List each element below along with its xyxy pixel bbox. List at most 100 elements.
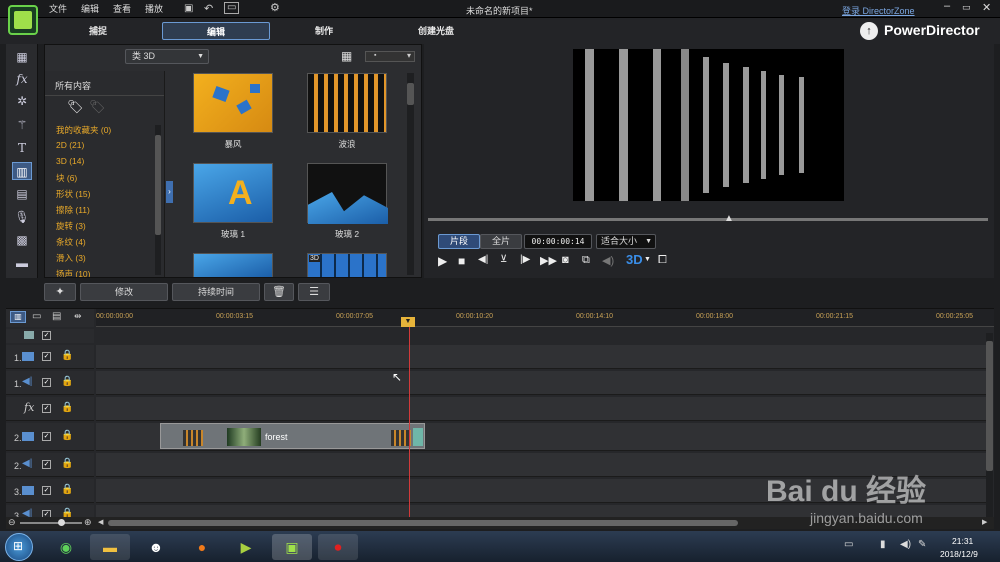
fx-track-row[interactable] [96, 397, 986, 421]
pip-room-icon[interactable]: ✲ [12, 92, 32, 110]
undo-icon[interactable]: ↶ [204, 2, 213, 15]
magic-tools-button[interactable]: ✦ [44, 283, 76, 301]
lock-icon[interactable]: 🔒 [61, 430, 73, 441]
category-item[interactable]: 形状 (15) [56, 188, 90, 200]
play-icon[interactable]: ▶ [438, 254, 447, 268]
transition-thumbnail-glass-1[interactable]: A [193, 163, 273, 223]
scroll-left-icon[interactable]: ◀ [98, 518, 103, 526]
thumbnail-size-slider[interactable]: ▪ ▾ [365, 51, 415, 62]
start-button[interactable]: ⊞ [5, 533, 33, 561]
video-track-row[interactable] [96, 345, 986, 369]
display-mode-icon[interactable]: ⧉ [582, 254, 590, 267]
track-enable-checkbox[interactable]: ✓ [42, 352, 51, 361]
undock-icon[interactable]: ⧠ [658, 254, 667, 267]
timecode-display[interactable]: 00:00:00:14 [524, 234, 592, 249]
zoom-out-icon[interactable]: ⊖ [8, 517, 16, 528]
settings-icon[interactable]: ⚙ [270, 1, 280, 14]
zoom-in-icon[interactable]: ⊕ [84, 517, 92, 528]
fast-forward-icon[interactable]: ▶▶ [540, 254, 557, 267]
resolution-icon[interactable]: ▭ [224, 2, 240, 14]
transition-thumbnail-partial[interactable]: 3D [307, 253, 387, 277]
duration-button[interactable]: 持续时间 [172, 283, 260, 301]
tab-movie[interactable]: 全片 [480, 234, 522, 249]
category-item[interactable]: 3D (14) [56, 156, 84, 166]
fit-size-select[interactable]: 适合大小 ▼ [596, 234, 656, 249]
track-enable-checkbox[interactable]: ✓ [42, 486, 51, 495]
menu-edit[interactable]: 编辑 [74, 0, 106, 18]
voice-over-icon[interactable]: 🎙 [12, 208, 32, 226]
title-room-icon[interactable]: T [12, 139, 32, 157]
audio-mixing-icon[interactable]: ▤ [12, 185, 32, 203]
chapter-room-icon[interactable]: ▩ [12, 231, 32, 249]
storyboard-view-icon[interactable]: ▭ [32, 311, 41, 322]
taskbar-app-powerdirector-icon[interactable]: ▣ [272, 534, 312, 560]
thumbnail-scrollbar[interactable] [407, 73, 414, 275]
chevron-down-icon[interactable]: ▼ [644, 256, 651, 263]
video-clip[interactable]: forest [160, 423, 425, 449]
collapse-panel-handle[interactable]: › [166, 181, 173, 203]
taskbar-app-360-icon[interactable]: ◉ [46, 534, 86, 560]
lock-icon[interactable]: 🔒 [61, 402, 73, 413]
upload-icon[interactable]: ↑ [860, 22, 878, 40]
track-manager-icon[interactable]: ▤ [52, 311, 61, 322]
tab-clip[interactable]: 片段 [438, 234, 480, 249]
clock-date[interactable]: 2018/12/9 [940, 549, 978, 559]
lock-icon[interactable]: 🔒 [61, 484, 73, 495]
previous-frame-icon[interactable]: ◀| [478, 254, 488, 265]
horizontal-scrollbar[interactable] [108, 520, 738, 526]
category-scrollbar[interactable] [155, 125, 161, 275]
tray-keyboard-icon[interactable]: ▭ [844, 539, 853, 550]
delete-button[interactable]: 🗑 [264, 283, 294, 301]
grid-view-icon[interactable]: ▦ [341, 49, 352, 63]
3d-toggle-icon[interactable]: 3D [626, 252, 643, 267]
effect-room-icon[interactable]: fx [12, 70, 32, 88]
timeline-view-icon[interactable]: ▥ [10, 311, 26, 323]
preview-seek-bar[interactable] [428, 218, 988, 221]
transition-thumbnail-glass-2[interactable] [307, 163, 388, 224]
volume-icon[interactable]: ◀) [602, 254, 614, 267]
save-icon[interactable]: ▣ [184, 3, 193, 14]
login-link[interactable]: 登录 DirectorZone [842, 4, 915, 17]
tab-edit[interactable]: 编辑 [162, 22, 270, 40]
track-enable-checkbox[interactable]: ✓ [42, 378, 51, 387]
transition-thumbnail-partial[interactable] [193, 253, 273, 277]
subtitle-room-icon[interactable]: ▬ [12, 254, 32, 272]
transition-thumbnail-storm[interactable] [193, 73, 273, 133]
category-item[interactable]: 擦除 (11) [56, 204, 90, 216]
enable-all-tracks-checkbox[interactable]: ✓ [42, 331, 51, 340]
menu-play[interactable]: 播放 [138, 0, 170, 18]
category-item[interactable]: 块 (6) [56, 172, 77, 184]
close-icon[interactable]: ✕ [982, 1, 991, 14]
fit-timeline-icon[interactable]: ⇹ [74, 311, 82, 322]
taskbar-app-video-icon[interactable]: ▶ [226, 534, 266, 560]
add-tag-icon[interactable]: 🏷 [67, 99, 84, 115]
time-ruler[interactable]: 00:00:00:00 00:00:03:15 00:00:07:05 00:0… [96, 309, 994, 327]
media-room-icon[interactable]: ▦ [12, 48, 32, 66]
lock-icon[interactable]: 🔒 [61, 458, 73, 469]
tab-produce[interactable]: 制作 [300, 22, 348, 40]
taskbar-app-recorder-icon[interactable]: ⏺ [318, 534, 358, 560]
tray-volume-icon[interactable]: ◀) [900, 539, 911, 550]
tab-create-disc[interactable]: 创建光盘 [408, 22, 464, 40]
track-enable-checkbox[interactable]: ✓ [42, 432, 51, 441]
stop-icon[interactable]: ■ [458, 254, 465, 268]
snapshot-icon[interactable]: ◙ [562, 254, 569, 266]
transition-type-dropdown[interactable]: 类 3D ▼ [125, 49, 209, 64]
taskbar-app-firefox-icon[interactable]: ● [182, 534, 222, 560]
track-enable-checkbox[interactable]: ✓ [42, 404, 51, 413]
category-item[interactable]: 滑入 (3) [56, 252, 86, 264]
transition-room-icon[interactable]: ▥ [12, 162, 32, 180]
modify-button[interactable]: 修改 [80, 283, 168, 301]
category-item[interactable]: 2D (21) [56, 140, 84, 150]
particle-room-icon[interactable]: ⚚ [12, 116, 32, 134]
split-icon[interactable]: ⊻ [500, 254, 507, 265]
lock-icon[interactable]: 🔒 [61, 376, 73, 387]
clock-time[interactable]: 21:31 [952, 536, 973, 546]
audio-track-row[interactable] [96, 371, 986, 395]
menu-view[interactable]: 查看 [106, 0, 138, 18]
minimize-icon[interactable]: – [944, 0, 950, 12]
next-frame-icon[interactable]: |▶ [520, 254, 530, 265]
seek-handle-icon[interactable]: ▲ [724, 213, 734, 224]
track-enable-checkbox[interactable]: ✓ [42, 460, 51, 469]
remove-tag-icon[interactable]: 🏷 [89, 99, 106, 115]
